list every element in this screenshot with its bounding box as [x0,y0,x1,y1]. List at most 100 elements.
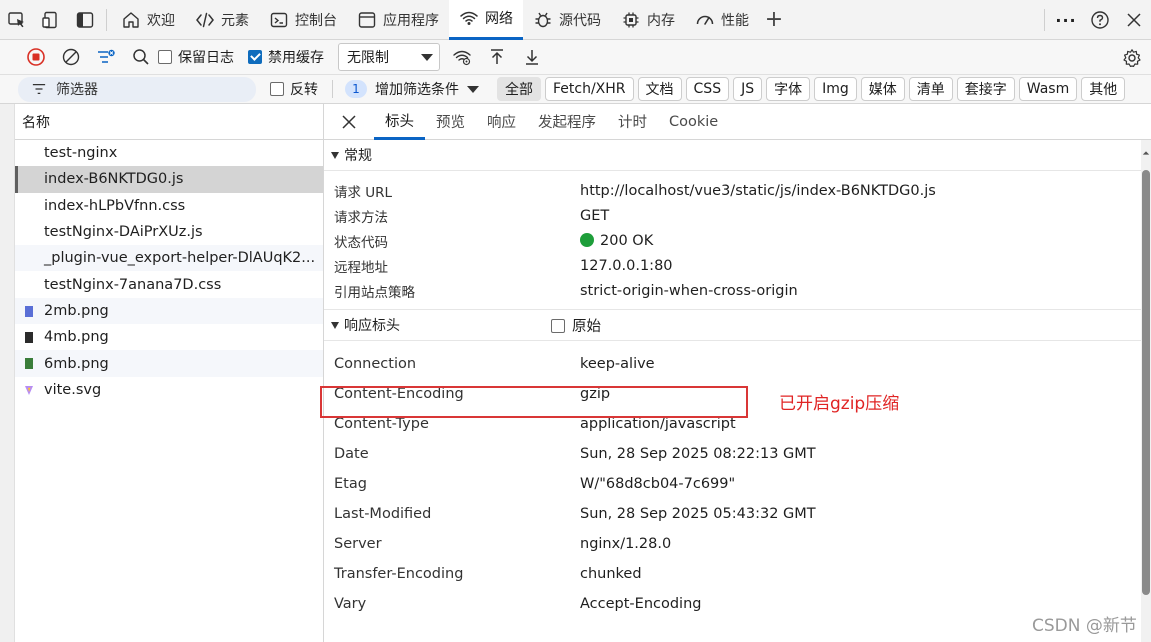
tab-sources[interactable]: 源代码 [523,0,611,40]
tab-console[interactable]: 控制台 [259,0,347,40]
filter-type-fetch-xhr[interactable]: Fetch/XHR [545,77,634,101]
import-har-icon[interactable] [479,40,514,75]
record-icon[interactable] [18,40,53,75]
device-emulation-icon[interactable] [34,0,68,40]
checkbox-box[interactable] [158,50,172,64]
tab-welcome[interactable]: 欢迎 [111,0,185,40]
vite-logo-icon [25,385,33,395]
filter-type-wasm[interactable]: Wasm [1018,77,1078,101]
tab-network[interactable]: 网络 [449,0,523,40]
status-value[interactable]: 200 OK [580,232,653,249]
preserve-log-checkbox[interactable]: 保留日志 [158,47,234,67]
request-name: _plugin-vue_export-helper-DlAUqK2... [44,250,316,267]
divider [332,80,333,98]
tab-response[interactable]: 响应 [476,104,527,140]
request-row[interactable]: _plugin-vue_export-helper-DlAUqK2... [15,245,323,272]
more-options-icon[interactable]: ··· [1049,0,1083,40]
topbar-right-actions: ··· [1040,0,1151,40]
header-value[interactable]: gzip [580,386,610,402]
request-row[interactable]: 4mb.png [15,324,323,350]
header-value[interactable]: chunked [580,566,642,582]
settings-gear-icon[interactable] [1114,40,1149,75]
name-column-header[interactable]: 名称 [15,104,323,140]
triangle-down-icon [331,151,339,159]
close-devtools-icon[interactable] [1117,0,1151,40]
header-key: 远程地址 [334,259,388,276]
filter-type-all[interactable]: 全部 [497,77,541,101]
header-value[interactable]: keep-alive [580,356,655,372]
invert-checkbox[interactable]: 反转 [270,79,318,99]
request-name: index-B6NKTDG0.js [44,171,184,188]
header-value[interactable]: Accept-Encoding [580,596,701,612]
filter-type-js[interactable]: JS [733,77,763,101]
tab-headers[interactable]: 标头 [374,104,425,140]
checkbox-box[interactable] [551,318,565,333]
filter-settings-icon[interactable] [88,40,123,75]
request-name: testNginx-DAiPrXUz.js [44,224,203,241]
tab-label: 应用程序 [383,12,439,29]
request-row[interactable]: testNginx-DAiPrXUz.js [15,219,323,245]
tab-memory[interactable]: 内存 [611,0,685,40]
request-row[interactable]: 2mb.png [15,297,323,325]
close-details-icon[interactable] [334,104,364,140]
header-value[interactable]: GET [580,208,609,224]
header-value[interactable]: W/"68d8cb04-7c699" [580,476,735,492]
tab-application[interactable]: 应用程序 [347,0,449,40]
toggle-sidebar-icon[interactable] [68,0,102,40]
checkbox-box[interactable] [270,82,284,96]
triangle-down-icon [331,321,339,329]
tab-initiator[interactable]: 发起程序 [527,104,607,140]
disable-cache-label: 禁用缓存 [268,50,324,66]
request-row[interactable]: 6mb.png [15,350,323,377]
raw-headers-checkbox[interactable]: 原始 [551,310,601,341]
filter-input[interactable]: 筛选器 [18,76,256,102]
help-icon[interactable] [1083,0,1117,40]
clear-icon[interactable] [53,40,88,75]
request-name: 2mb.png [44,302,109,319]
filter-type-media[interactable]: 媒体 [860,77,905,101]
tab-label: 元素 [221,12,249,29]
disable-cache-checkbox[interactable]: 禁用缓存 [248,47,324,67]
header-value[interactable]: 127.0.0.1:80 [580,258,673,274]
tab-label: 性能 [721,12,749,29]
filter-type-img[interactable]: Img [814,77,857,101]
header-value[interactable]: Sun, 28 Sep 2025 05:43:32 GMT [580,506,816,522]
header-value[interactable]: http://localhost/vue3/static/js/index-B6… [580,183,936,199]
inspect-element-icon[interactable] [0,0,34,40]
header-row: Content-Type application/javascript [324,409,1151,439]
add-tab-button[interactable]: + [759,0,789,40]
response-headers-section-header[interactable]: 响应标头 原始 [324,310,1151,341]
tab-elements[interactable]: 元素 [185,0,259,40]
request-row[interactable]: test-nginx [15,140,323,166]
request-row-selected[interactable]: index-B6NKTDG0.js [15,166,323,193]
header-value[interactable]: application/javascript [580,416,736,432]
tab-cookies[interactable]: Cookie [658,104,729,140]
filter-type-font[interactable]: 字体 [766,77,811,101]
header-value[interactable]: strict-origin-when-cross-origin [580,283,798,299]
filter-type-other[interactable]: 其他 [1081,77,1126,101]
request-row[interactable]: vite.svg [15,377,323,403]
filter-type-socket[interactable]: 套接字 [956,77,1015,101]
throttling-select[interactable]: 无限制 [338,43,440,71]
header-row: 引用站点策略 strict-origin-when-cross-origin [324,278,1151,303]
request-row[interactable]: index-hLPbVfnn.css [15,193,323,219]
filter-type-css[interactable]: CSS [685,77,730,101]
general-section-header[interactable]: 常规 [324,140,1151,171]
checkbox-box[interactable] [248,50,262,64]
network-conditions-icon[interactable] [444,40,479,75]
tab-timing[interactable]: 计时 [607,104,658,140]
filter-type-manifest[interactable]: 清单 [908,77,953,101]
header-value[interactable]: nginx/1.28.0 [580,536,671,552]
tab-preview[interactable]: 预览 [425,104,476,140]
search-icon[interactable] [123,40,158,75]
image-file-icon [25,305,33,317]
request-row[interactable]: testNginx-7anana7D.css [15,271,323,297]
more-filters-dropdown[interactable]: 增加筛选条件 [375,79,479,99]
image-file-icon [25,358,33,370]
header-value[interactable]: Sun, 28 Sep 2025 08:22:13 GMT [580,446,816,462]
tab-performance[interactable]: 性能 [685,0,759,40]
filter-type-doc[interactable]: 文档 [637,77,682,101]
export-har-icon[interactable] [514,40,549,75]
scroll-up-arrow-icon[interactable] [1141,148,1151,158]
scrollbar-thumb[interactable] [1142,170,1150,595]
